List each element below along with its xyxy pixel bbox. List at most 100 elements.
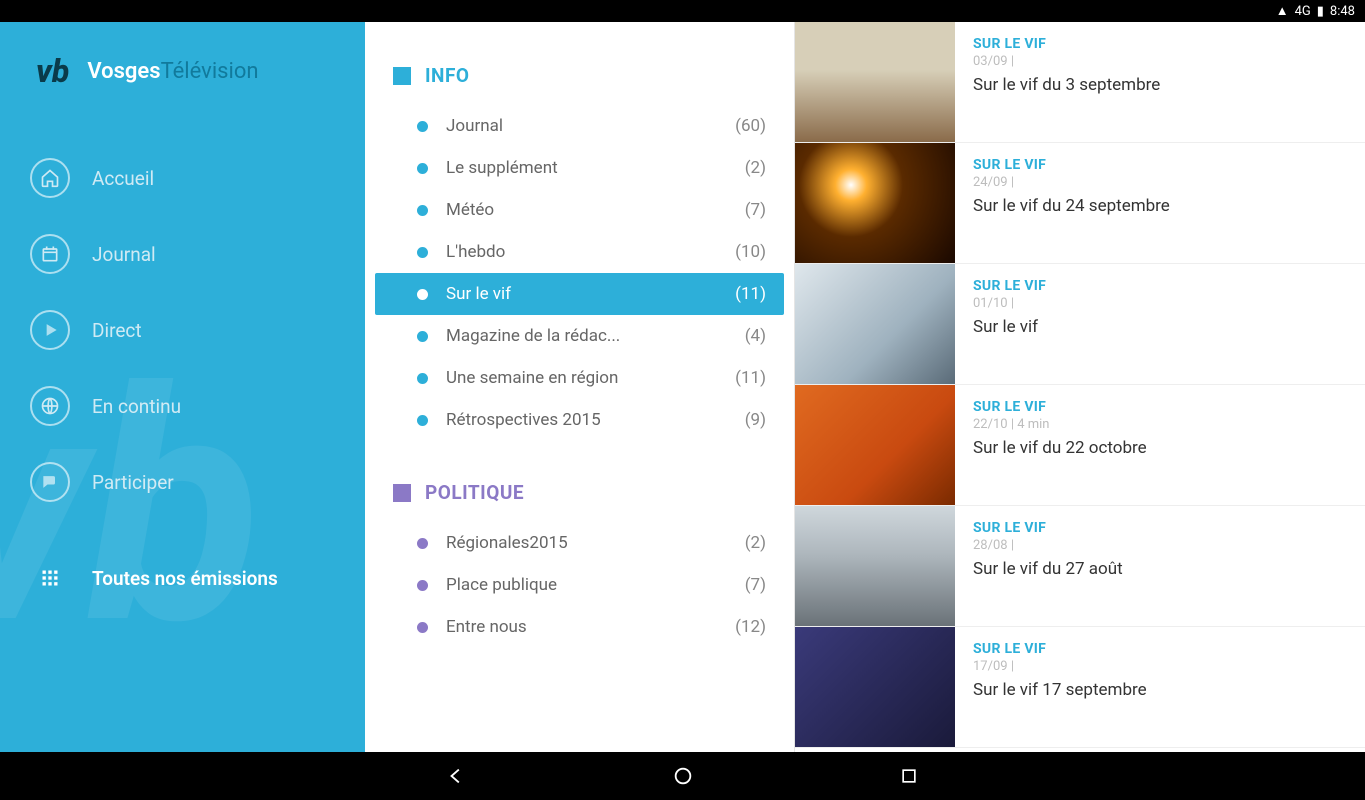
video-category: SUR LE VIF: [973, 278, 1046, 294]
battery-icon: ▮: [1317, 4, 1324, 19]
video-meta: SUR LE VIF 01/10 | Sur le vif: [955, 264, 1064, 384]
category-count: (2): [745, 158, 766, 178]
video-list: SUR LE VIF03/09 |Sur le vif du 3 septemb…: [795, 22, 1365, 752]
chat-icon: [30, 462, 70, 502]
category-label: Régionales2015: [446, 533, 745, 553]
category-label: Le supplément: [446, 158, 745, 178]
brand-name-2: Télévision: [161, 59, 259, 84]
nav-label: Journal: [92, 243, 156, 266]
video-thumbnail: [795, 143, 955, 263]
section-header-info: INFO: [365, 50, 794, 105]
video-category: SUR LE VIF: [973, 399, 1147, 415]
network-label: 4G: [1295, 4, 1311, 19]
nav-label: En continu: [92, 395, 181, 418]
bullet-icon: [417, 415, 428, 426]
category-label: Rétrospectives 2015: [446, 410, 745, 430]
category-count: (12): [735, 617, 766, 637]
home-button[interactable]: [670, 763, 696, 789]
nav-journal[interactable]: Journal: [30, 216, 365, 292]
category-count: (7): [745, 575, 766, 595]
nav-emissions[interactable]: Toutes nos émissions: [30, 540, 365, 616]
category-label: Météo: [446, 200, 745, 220]
video-thumbnail: [795, 627, 955, 747]
back-button[interactable]: [444, 763, 470, 789]
section-title: INFO: [425, 64, 470, 87]
home-icon: [30, 158, 70, 198]
nav-label: Accueil: [92, 167, 154, 190]
section-title: POLITIQUE: [425, 481, 524, 504]
video-category: SUR LE VIF: [973, 157, 1170, 173]
video-title: Sur le vif du 27 août: [973, 559, 1123, 579]
category-item[interactable]: Magazine de la rédac...(4): [365, 315, 794, 357]
category-count: (4): [745, 326, 766, 346]
video-item[interactable]: SUR LE VIF 01/10 | Sur le vif: [795, 264, 1365, 385]
category-count: (7): [745, 200, 766, 220]
video-item[interactable]: SUR LE VIF 24/09 | Sur le vif du 24 septem…: [795, 143, 1365, 264]
brand-name-1: Vosges: [87, 59, 160, 84]
nav-accueil[interactable]: Accueil: [30, 140, 365, 216]
bullet-icon: [417, 580, 428, 591]
video-title: Sur le vif du 24 septembre: [973, 196, 1170, 216]
category-label: Une semaine en région: [446, 368, 735, 388]
section-square-icon: [393, 484, 411, 502]
video-thumbnail: [795, 385, 955, 505]
category-item[interactable]: Place publique(7): [365, 564, 794, 606]
nav-participer[interactable]: Participer: [30, 444, 365, 520]
category-count: (2): [745, 533, 766, 553]
category-panel: INFOJournal(60)Le supplément(2)Météo(7)L…: [365, 22, 795, 752]
video-date: 03/09 |: [973, 54, 1160, 69]
category-count: (9): [745, 410, 766, 430]
video-meta: SUR LE VIF17/09 |Sur le vif 17 septembre: [955, 627, 1165, 747]
video-date: 01/10 |: [973, 296, 1046, 311]
bullet-icon: [417, 163, 428, 174]
video-category: SUR LE VIF: [973, 641, 1147, 657]
category-item[interactable]: Rétrospectives 2015(9): [365, 399, 794, 441]
video-date: 24/09 |: [973, 175, 1170, 190]
category-item[interactable]: Sur le vif(11): [375, 273, 784, 315]
video-item[interactable]: SUR LE VIF 28/08 | Sur le vif du 27 août: [795, 506, 1365, 627]
category-item[interactable]: Météo(7): [365, 189, 794, 231]
video-thumbnail: [795, 264, 955, 384]
video-category: SUR LE VIF: [973, 36, 1160, 52]
bullet-icon: [417, 373, 428, 384]
bullet-icon: [417, 121, 428, 132]
video-thumbnail: [795, 22, 955, 142]
category-count: (11): [735, 284, 766, 304]
nav-encontinu[interactable]: En continu: [30, 368, 365, 444]
category-count: (10): [735, 242, 766, 262]
category-label: Journal: [446, 116, 735, 136]
video-date: 17/09 |: [973, 659, 1147, 674]
category-item[interactable]: Entre nous(12): [365, 606, 794, 648]
brand-logo: vb: [36, 52, 69, 90]
bullet-icon: [417, 331, 428, 342]
video-item[interactable]: SUR LE VIF03/09 |Sur le vif du 3 septemb…: [795, 22, 1365, 143]
status-time: 8:48: [1330, 4, 1355, 19]
video-meta: SUR LE VIF03/09 |Sur le vif du 3 septemb…: [955, 22, 1178, 142]
category-item[interactable]: Le supplément(2): [365, 147, 794, 189]
sidebar: vb vb VosgesTélévision Accueil Journal: [0, 22, 365, 752]
category-item[interactable]: Journal(60): [365, 105, 794, 147]
section-header-politique: POLITIQUE: [365, 467, 794, 522]
video-date: 22/10 | 4 min: [973, 417, 1147, 432]
globe-icon: [30, 386, 70, 426]
video-item[interactable]: SUR LE VIF17/09 |Sur le vif 17 septembre: [795, 627, 1365, 748]
video-meta: SUR LE VIF 28/08 | Sur le vif du 27 août: [955, 506, 1141, 626]
video-date: 28/08 |: [973, 538, 1123, 553]
nav-direct[interactable]: Direct: [30, 292, 365, 368]
category-item[interactable]: Une semaine en région(11): [365, 357, 794, 399]
recent-button[interactable]: [896, 763, 922, 789]
video-meta: SUR LE VIF22/10 | 4 minSur le vif du 22 …: [955, 385, 1165, 505]
category-label: Sur le vif: [446, 284, 735, 304]
nav: Accueil Journal Direct En continu Partic…: [0, 140, 365, 616]
video-category: SUR LE VIF: [973, 520, 1123, 536]
grid-icon: [30, 558, 70, 598]
bullet-icon: [417, 622, 428, 633]
category-item[interactable]: L'hebdo(10): [365, 231, 794, 273]
category-label: Place publique: [446, 575, 745, 595]
journal-icon: [30, 234, 70, 274]
category-count: (11): [735, 368, 766, 388]
video-item[interactable]: SUR LE VIF22/10 | 4 minSur le vif du 22 …: [795, 385, 1365, 506]
category-item[interactable]: Régionales2015(2): [365, 522, 794, 564]
brand: vb VosgesTélévision: [0, 22, 365, 140]
video-title: Sur le vif: [973, 317, 1046, 337]
